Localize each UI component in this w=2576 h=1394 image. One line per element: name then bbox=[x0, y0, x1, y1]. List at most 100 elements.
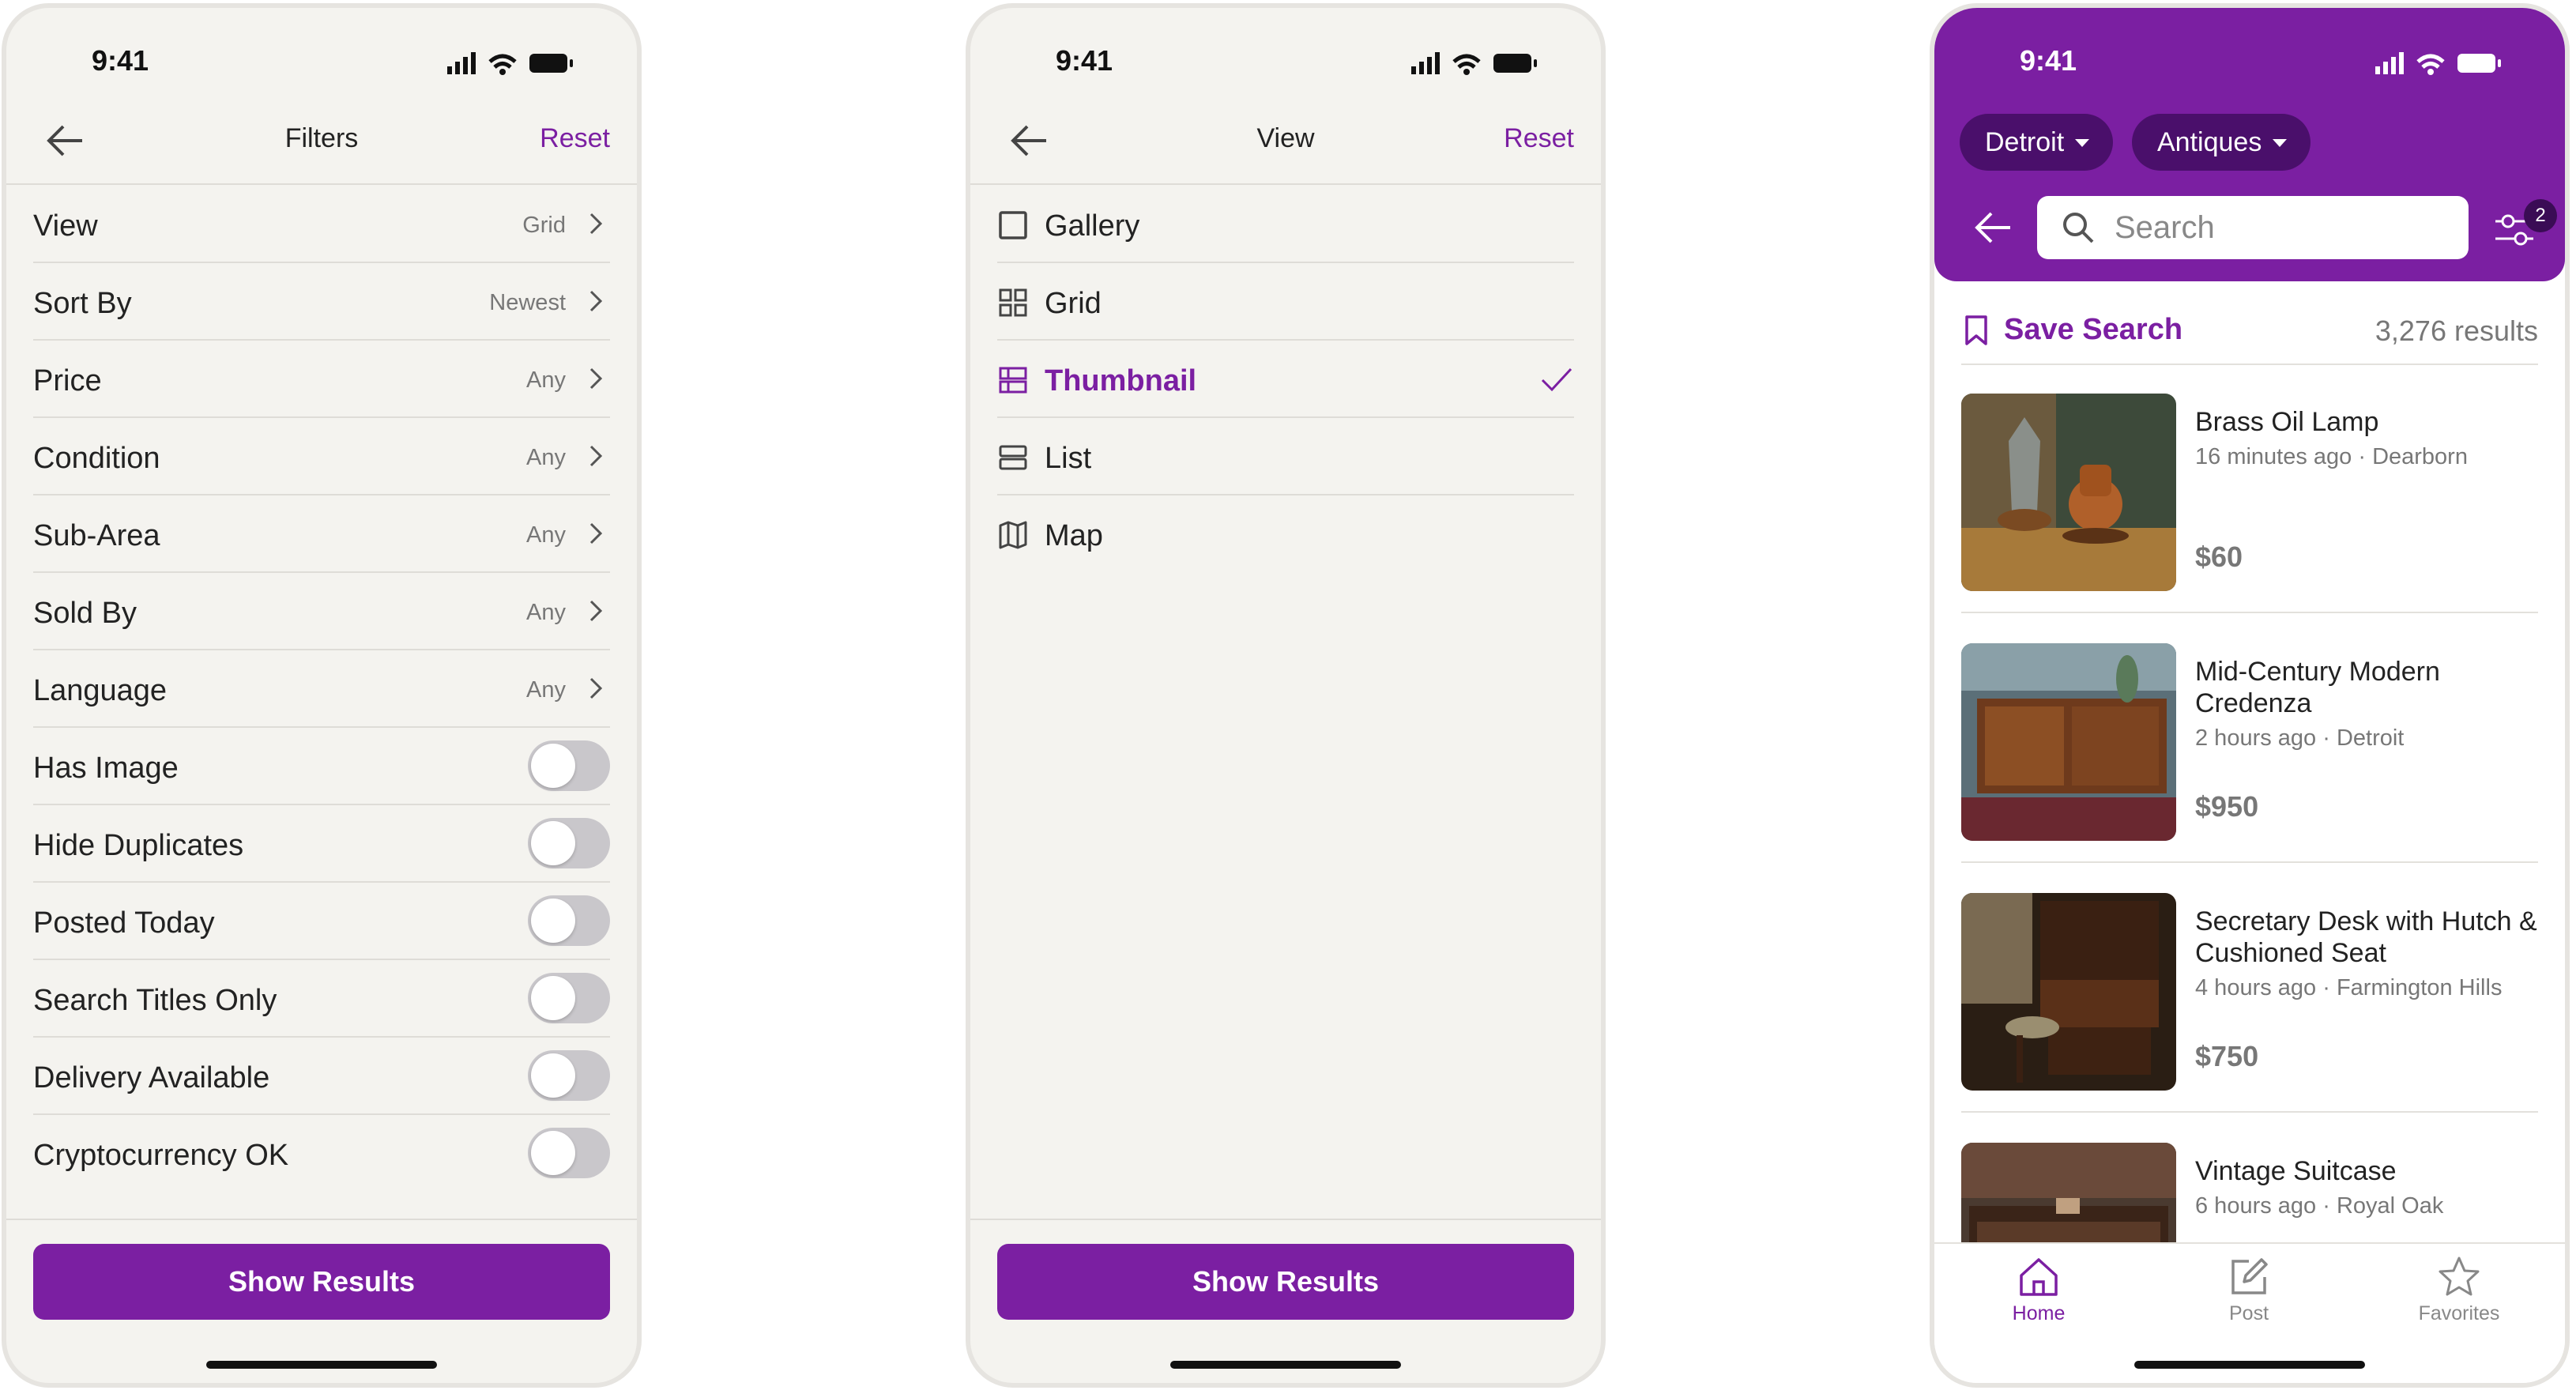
view-option-map[interactable]: Map bbox=[997, 495, 1574, 571]
listing-thumbnail[interactable] bbox=[1961, 893, 2176, 1091]
save-search-bar: Save Search 3,276 results bbox=[1961, 303, 2538, 365]
toggle-switch[interactable] bbox=[528, 1128, 610, 1178]
search-header: 9:41 Detroit Antiques Search 2 bbox=[1934, 8, 2565, 281]
view-options-list: Gallery Grid Thumbnail List Map bbox=[997, 186, 1574, 571]
filter-row-sub-area[interactable]: Sub-Area Any bbox=[33, 495, 610, 573]
toggle-switch[interactable] bbox=[528, 895, 610, 946]
view-option-gallery[interactable]: Gallery bbox=[997, 186, 1574, 263]
listing-list: Brass Oil Lamp 16 minutes ago · Dearborn $… bbox=[1961, 364, 2538, 1263]
row-value: Newest bbox=[489, 290, 566, 315]
grid-icon bbox=[999, 288, 1027, 317]
status-bar: 9:41 bbox=[1934, 8, 2565, 111]
tab-label: Favorites bbox=[2418, 1302, 2500, 1324]
filter-row-view[interactable]: View Grid bbox=[33, 186, 610, 263]
listing-thumbnail[interactable] bbox=[1961, 643, 2176, 841]
filter-row-sold-by[interactable]: Sold By Any bbox=[33, 573, 610, 650]
location-chip[interactable]: Detroit bbox=[1960, 114, 2114, 171]
caret-down-icon bbox=[2273, 139, 2288, 147]
listing-item[interactable]: Secretary Desk with Hutch & Cushioned Se… bbox=[1961, 863, 2538, 1113]
listing-item[interactable]: Vintage Suitcase 6 hours ago · Royal Oak bbox=[1961, 1113, 2538, 1263]
view-option-thumbnail[interactable]: Thumbnail bbox=[997, 341, 1574, 418]
filters-screen: 9:41 Filters Reset View Grid Sort By Newest… bbox=[2, 3, 642, 1388]
show-results-button[interactable]: Show Results bbox=[33, 1244, 610, 1320]
footer: Show Results bbox=[6, 1219, 637, 1383]
chevron-right-icon bbox=[589, 290, 603, 312]
row-value: Grid bbox=[522, 213, 566, 238]
listing-meta: 6 hours ago · Royal Oak bbox=[2195, 1193, 2444, 1219]
chevron-right-icon bbox=[589, 677, 603, 699]
reset-button[interactable]: Reset bbox=[540, 123, 610, 154]
option-label: List bbox=[1045, 442, 1092, 475]
toggle-switch[interactable] bbox=[528, 740, 610, 791]
status-icons bbox=[1411, 52, 1537, 75]
chip-label: Detroit bbox=[1985, 127, 2065, 157]
toggle-knob bbox=[531, 821, 575, 865]
chip-label: Antiques bbox=[2157, 127, 2262, 157]
footer: Show Results bbox=[970, 1219, 1601, 1383]
filter-row-delivery-available: Delivery Available bbox=[33, 1038, 610, 1115]
option-label: Map bbox=[1045, 519, 1103, 552]
row-value: Any bbox=[526, 600, 566, 625]
filter-count-badge: 2 bbox=[2524, 199, 2557, 232]
listing-info: Brass Oil Lamp 16 minutes ago · Dearborn bbox=[2195, 406, 2538, 470]
back-arrow-icon[interactable] bbox=[1969, 205, 2017, 250]
tab-favorites[interactable]: Favorites bbox=[2380, 1253, 2538, 1325]
status-icons bbox=[447, 52, 573, 75]
filter-row-condition[interactable]: Condition Any bbox=[33, 418, 610, 495]
filter-row-has-image: Has Image bbox=[33, 728, 610, 805]
row-value: Any bbox=[526, 367, 566, 393]
listing-meta: 2 hours ago · Detroit bbox=[2195, 725, 2405, 751]
filter-list: View Grid Sort By Newest Price Any Condition An… bbox=[33, 186, 610, 1191]
chevron-right-icon bbox=[589, 445, 603, 467]
listing-info: Secretary Desk with Hutch & Cushioned Se… bbox=[2195, 906, 2538, 1001]
chevron-right-icon bbox=[589, 600, 603, 622]
bookmark-icon[interactable] bbox=[1964, 315, 1988, 346]
listing-item[interactable]: Brass Oil Lamp 16 minutes ago · Dearborn $… bbox=[1961, 364, 2538, 613]
tab-post[interactable]: Post bbox=[2170, 1253, 2328, 1325]
listing-title: Brass Oil Lamp bbox=[2195, 407, 2379, 437]
home-indicator bbox=[1170, 1361, 1401, 1369]
toggle-knob bbox=[531, 976, 575, 1020]
view-option-list[interactable]: List bbox=[997, 418, 1574, 495]
filter-row-cryptocurrency-ok: Cryptocurrency OK bbox=[33, 1115, 610, 1191]
listing-title: Vintage Suitcase bbox=[2195, 1156, 2397, 1186]
toggle-switch[interactable] bbox=[528, 1050, 610, 1101]
star-icon bbox=[2439, 1256, 2480, 1296]
list-icon bbox=[999, 445, 1027, 470]
row-label: Search Titles Only bbox=[33, 984, 277, 1017]
option-label: Grid bbox=[1045, 287, 1102, 320]
view-option-grid[interactable]: Grid bbox=[997, 263, 1574, 341]
toggle-switch[interactable] bbox=[528, 973, 610, 1023]
filter-row-language[interactable]: Language Any bbox=[33, 650, 610, 728]
tab-home[interactable]: Home bbox=[1960, 1253, 2118, 1325]
listing-thumbnail[interactable] bbox=[1961, 394, 2176, 591]
listing-meta: 16 minutes ago · Dearborn bbox=[2195, 444, 2468, 469]
toggle-switch[interactable] bbox=[528, 818, 610, 868]
filter-row-sort-by[interactable]: Sort By Newest bbox=[33, 263, 610, 341]
reset-button[interactable]: Reset bbox=[1504, 123, 1574, 154]
toggle-knob bbox=[531, 744, 575, 788]
category-chip[interactable]: Antiques bbox=[2132, 114, 2311, 171]
listing-price: $60 bbox=[2195, 541, 2243, 573]
show-results-button[interactable]: Show Results bbox=[997, 1244, 1574, 1320]
status-time: 9:41 bbox=[2020, 44, 2077, 77]
row-label: Cryptocurrency OK bbox=[33, 1139, 289, 1172]
home-indicator bbox=[206, 1361, 437, 1369]
listing-info: Mid-Century Modern Credenza 2 hours ago ·… bbox=[2195, 656, 2538, 752]
square-icon bbox=[999, 211, 1027, 239]
status-time: 9:41 bbox=[92, 44, 149, 77]
listing-price: $950 bbox=[2195, 790, 2259, 823]
filter-row-hide-duplicates: Hide Duplicates bbox=[33, 805, 610, 883]
toggle-knob bbox=[531, 899, 575, 943]
search-input[interactable]: Search bbox=[2037, 196, 2469, 259]
row-label: Sub-Area bbox=[33, 519, 160, 552]
caret-down-icon bbox=[2075, 139, 2090, 147]
search-placeholder: Search bbox=[2115, 210, 2215, 245]
option-label: Gallery bbox=[1045, 209, 1140, 243]
listing-item[interactable]: Mid-Century Modern Credenza 2 hours ago ·… bbox=[1961, 613, 2538, 863]
view-header: View Reset bbox=[970, 95, 1601, 185]
row-label: Posted Today bbox=[33, 906, 215, 940]
filter-row-price[interactable]: Price Any bbox=[33, 341, 610, 418]
chevron-right-icon bbox=[589, 213, 603, 235]
save-search-button[interactable]: Save Search bbox=[2004, 313, 2182, 347]
